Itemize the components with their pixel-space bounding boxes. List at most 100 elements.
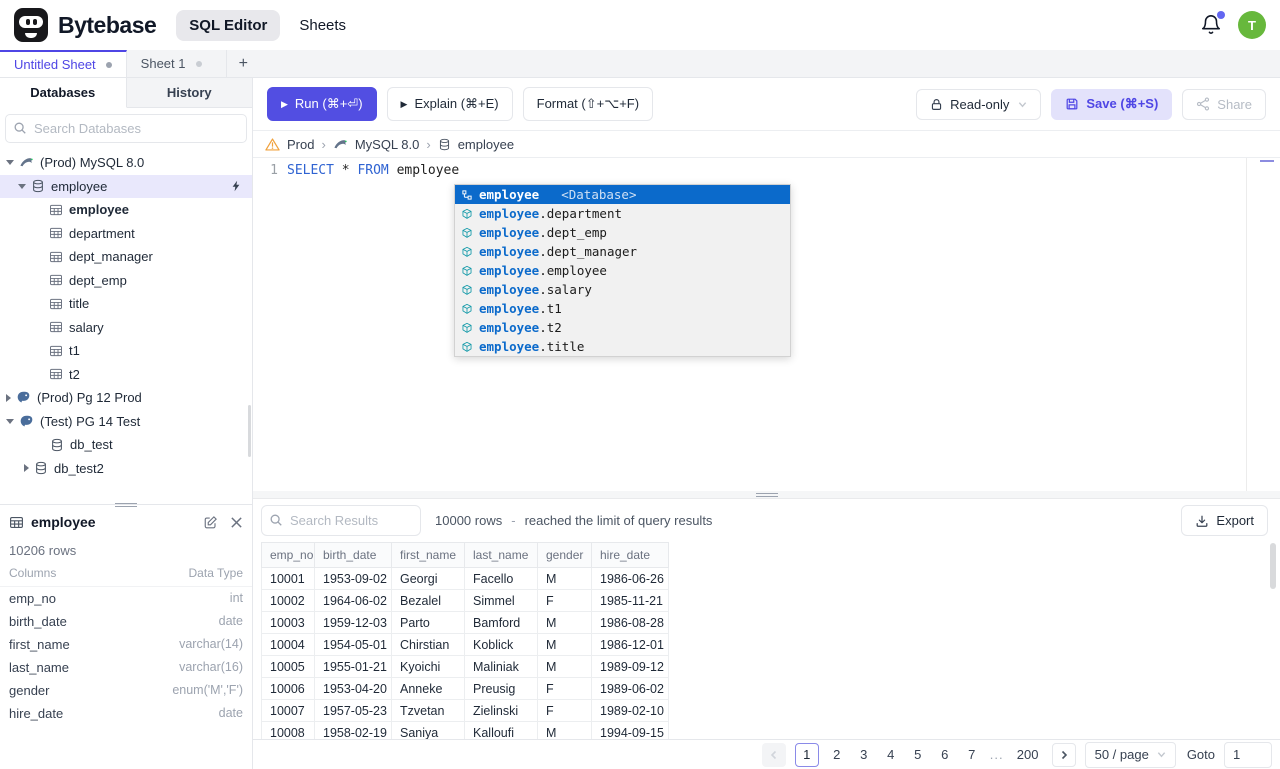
suggest-item[interactable]: employee.salary [455,280,790,299]
prev-page-button[interactable] [761,742,786,767]
cell-first-name[interactable]: Tzvetan [391,699,465,722]
tree-item-database-db-test2[interactable]: db_test2 [0,457,252,481]
cell-hire-date[interactable]: 1989-02-10 [591,699,669,722]
suggest-item[interactable]: employee.title [455,337,790,356]
avatar[interactable]: T [1238,11,1266,39]
page-button-current[interactable]: 1 [794,742,819,767]
cell-birth-date[interactable]: 1959-12-03 [314,611,392,634]
suggest-item-selected[interactable]: employee <Database> [455,185,790,204]
tree-item-database-db-test[interactable]: db_test [0,433,252,457]
page-button[interactable]: 6 [936,747,954,762]
tree-item-pg-prod-instance[interactable]: (Prod) Pg 12 Prod [0,386,252,410]
cell-hire-date[interactable]: 1989-06-02 [591,677,669,700]
cell-hire-date[interactable]: 1986-06-26 [591,567,669,590]
cell-gender[interactable]: F [537,677,592,700]
run-button[interactable]: ▶ Run (⌘+⏎) [267,87,377,121]
bytebase-logo-icon[interactable] [14,8,48,42]
column-header[interactable]: emp_no [261,542,315,568]
panel-resize-handle[interactable] [115,501,137,508]
suggest-item[interactable]: employee.dept_manager [455,242,790,261]
cell-emp-no[interactable]: 10007 [261,699,315,722]
cell-emp-no[interactable]: 10005 [261,655,315,678]
cell-birth-date[interactable]: 1954-05-01 [314,633,392,656]
tree-item-mysql-instance[interactable]: (Prod) MySQL 8.0 [0,151,252,175]
tab-untitled-sheet[interactable]: Untitled Sheet [0,50,127,77]
cell-first-name[interactable]: Saniya [391,721,465,739]
tab-sheet-1[interactable]: Sheet 1 [127,50,227,77]
cell-gender[interactable]: M [537,655,592,678]
column-header[interactable]: first_name [391,542,465,568]
suggest-item[interactable]: employee.dept_emp [455,223,790,242]
breadcrumb-environment[interactable]: Prod [287,137,314,152]
page-button[interactable]: 5 [909,747,927,762]
cell-first-name[interactable]: Georgi [391,567,465,590]
nav-sql-editor[interactable]: SQL Editor [176,9,281,41]
column-header[interactable]: gender [537,542,592,568]
next-page-button[interactable] [1051,742,1076,767]
cell-gender[interactable]: M [537,567,592,590]
page-size-select[interactable]: 50 / page [1084,741,1176,768]
export-button[interactable]: Export [1181,505,1268,536]
cell-emp-no[interactable]: 10001 [261,567,315,590]
page-button[interactable]: 3 [855,747,873,762]
add-sheet-button[interactable]: + [227,50,260,77]
cell-emp-no[interactable]: 10002 [261,589,315,612]
cell-first-name[interactable]: Parto [391,611,465,634]
column-header[interactable]: birth_date [314,542,392,568]
suggest-item[interactable]: employee.department [455,204,790,223]
chevron-right-icon[interactable] [6,393,11,402]
cell-first-name[interactable]: Kyoichi [391,655,465,678]
breadcrumb-instance[interactable]: MySQL 8.0 [355,137,420,152]
tree-item-table[interactable]: dept_manager [0,245,252,269]
split-resize-handle[interactable] [755,491,778,498]
chevron-down-icon[interactable] [6,160,14,166]
cell-gender[interactable]: M [537,633,592,656]
cell-first-name[interactable]: Chirstian [391,633,465,656]
chevron-down-icon[interactable] [6,418,14,424]
cell-last-name[interactable]: Koblick [464,633,538,656]
edit-icon[interactable] [203,515,218,530]
tree-item-pg-test-instance[interactable]: (Test) PG 14 Test [0,410,252,434]
chevron-right-icon[interactable] [24,464,29,473]
cell-birth-date[interactable]: 1957-05-23 [314,699,392,722]
cell-emp-no[interactable]: 10008 [261,721,315,739]
tree-item-table[interactable]: dept_emp [0,269,252,293]
sql-editor[interactable]: 1 SELECT * FROM employee employee <Datab… [253,158,1280,491]
cell-emp-no[interactable]: 10006 [261,677,315,700]
cell-hire-date[interactable]: 1986-08-28 [591,611,669,634]
cell-gender[interactable]: F [537,589,592,612]
tree-item-table[interactable]: employee [0,198,252,222]
sidebar-tab-databases[interactable]: Databases [0,78,127,108]
cell-last-name[interactable]: Zielinski [464,699,538,722]
cell-gender[interactable]: M [537,721,592,739]
format-button[interactable]: Format (⇧+⌥+F) [522,87,654,121]
cell-last-name[interactable]: Preusig [464,677,538,700]
close-icon[interactable] [230,516,243,529]
cell-birth-date[interactable]: 1953-09-02 [314,567,392,590]
page-button[interactable]: 2 [828,747,846,762]
explain-button[interactable]: ▶ Explain (⌘+E) [386,87,513,121]
tree-item-table[interactable]: t2 [0,363,252,387]
page-button[interactable]: 4 [882,747,900,762]
results-scrollbar[interactable] [1270,543,1276,589]
page-button-last[interactable]: 200 [1013,747,1043,762]
cell-last-name[interactable]: Facello [464,567,538,590]
column-header[interactable]: hire_date [591,542,669,568]
cell-first-name[interactable]: Bezalel [391,589,465,612]
results-search-input[interactable] [261,505,421,536]
cell-hire-date[interactable]: 1986-12-01 [591,633,669,656]
chevron-down-icon[interactable] [18,183,26,189]
nav-sheets[interactable]: Sheets [286,10,359,41]
suggest-item[interactable]: employee.t2 [455,318,790,337]
cell-birth-date[interactable]: 1964-06-02 [314,589,392,612]
cell-last-name[interactable]: Simmel [464,589,538,612]
goto-page-input[interactable] [1224,741,1272,768]
tree-item-table[interactable]: salary [0,316,252,340]
cell-last-name[interactable]: Bamford [464,611,538,634]
tree-item-database-employee[interactable]: employee [0,174,252,198]
cell-emp-no[interactable]: 10003 [261,611,315,634]
tree-item-table[interactable]: department [0,222,252,246]
editor-minimap[interactable] [1246,158,1280,491]
cell-last-name[interactable]: Maliniak [464,655,538,678]
suggest-item[interactable]: employee.employee [455,261,790,280]
